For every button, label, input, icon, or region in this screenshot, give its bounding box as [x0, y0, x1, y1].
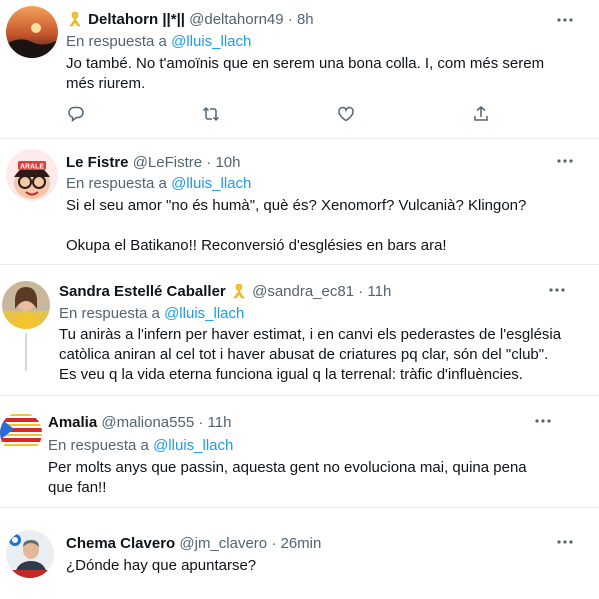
tweet-text: Jo també. No t'amoïnis que en serem una …	[66, 55, 545, 92]
mention-link[interactable]: @lluis_llach	[164, 305, 244, 322]
avatar[interactable]	[6, 6, 58, 58]
user-handle[interactable]: @sandra_ec81	[252, 283, 354, 300]
user-handle[interactable]: @deltahorn49	[189, 11, 283, 28]
separator-dot: ·	[287, 11, 293, 28]
reply-icon[interactable]	[66, 104, 86, 124]
more-options-icon[interactable]	[555, 532, 575, 552]
separator-dot: ·	[206, 154, 212, 171]
tweet-text-line: Okupa el Batikano!! Reconversió d'esglés…	[66, 237, 447, 254]
display-name[interactable]: Deltahorn ||*||	[66, 11, 189, 28]
yellow-ribbon-icon	[233, 283, 245, 299]
display-name[interactable]: Amalia	[48, 414, 97, 431]
display-name[interactable]: Chema Clavero	[66, 535, 175, 552]
avatar[interactable]	[0, 412, 42, 454]
timestamp[interactable]: 10h	[215, 154, 240, 171]
mention-link[interactable]: @lluis_llach	[171, 33, 251, 50]
user-handle[interactable]: @LeFistre	[133, 154, 202, 171]
share-icon[interactable]	[471, 104, 491, 124]
tweet-header: Amalia @maliona555 · 11h	[48, 413, 231, 433]
tweet[interactable]: Amalia @maliona555 · 11h En respuesta a …	[0, 396, 599, 507]
mention-link[interactable]: @lluis_llach	[153, 437, 233, 454]
tweet-header: Le Fistre @LeFistre · 10h	[66, 153, 241, 173]
timestamp[interactable]: 8h	[297, 11, 314, 28]
reply-prefix: En respuesta a	[66, 33, 167, 50]
reply-prefix: En respuesta a	[66, 175, 167, 192]
tweet[interactable]: Chema Clavero @jm_clavero · 26min ¿Dónde…	[0, 508, 599, 599]
separator-dot: ·	[358, 283, 364, 300]
tweet-header: Deltahorn ||*|| @deltahorn49 · 8h	[66, 10, 314, 30]
yellow-ribbon-icon	[69, 11, 81, 27]
reply-context: En respuesta a @lluis_llach	[66, 32, 251, 52]
separator-dot: ·	[271, 535, 277, 552]
reply-prefix: En respuesta a	[48, 437, 149, 454]
tweet-text: Si el seu amor "no és humà", què és? Xen…	[66, 196, 576, 256]
tweet[interactable]: Sandra Estellé Caballer @sandra_ec81 · 1…	[0, 265, 599, 395]
reply-prefix: En respuesta a	[59, 305, 160, 322]
like-icon[interactable]	[336, 104, 356, 124]
user-handle[interactable]: @jm_clavero	[179, 535, 267, 552]
tweet-text: Tu aniràs a l'infern per haver estimat, …	[59, 326, 562, 383]
display-name-text: Sandra Estellé Caballer	[59, 283, 226, 300]
reply-context: En respuesta a @lluis_llach	[59, 304, 244, 324]
display-name[interactable]: Le Fistre	[66, 154, 129, 171]
reply-context: En respuesta a @lluis_llach	[66, 174, 251, 194]
timestamp[interactable]: 11h	[208, 414, 232, 431]
tweet-text: ¿Dónde hay que apuntarse?	[66, 557, 257, 574]
tweet-header: Chema Clavero @jm_clavero · 26min	[66, 534, 321, 554]
mention-link[interactable]: @lluis_llach	[171, 175, 251, 192]
separator-dot: ·	[198, 414, 204, 431]
more-options-icon[interactable]	[555, 10, 575, 30]
tweet-actions	[66, 104, 506, 124]
avatar[interactable]	[6, 530, 54, 578]
tweet-text: Per molts anys que passin, aquesta gent …	[48, 459, 527, 496]
timestamp[interactable]: 11h	[367, 283, 391, 300]
tweet[interactable]: Deltahorn ||*|| @deltahorn49 · 8h En res…	[0, 0, 599, 138]
display-name[interactable]: Sandra Estellé Caballer	[59, 283, 252, 300]
display-name-text: Deltahorn ||*||	[88, 11, 185, 28]
avatar[interactable]	[2, 281, 50, 329]
more-options-icon[interactable]	[555, 151, 575, 171]
tweet-header: Sandra Estellé Caballer @sandra_ec81 · 1…	[59, 282, 391, 302]
reply-context: En respuesta a @lluis_llach	[48, 436, 233, 456]
more-options-icon[interactable]	[533, 411, 553, 431]
more-options-icon[interactable]	[547, 280, 567, 300]
avatar[interactable]: ARALE	[6, 149, 58, 201]
retweet-icon[interactable]	[201, 104, 221, 124]
thread-line	[25, 333, 27, 371]
timestamp[interactable]: 26min	[281, 535, 322, 552]
tweet[interactable]: ARALE Le Fistre @LeFistre · 10h En respu…	[0, 139, 599, 264]
tweet-text-line: Si el seu amor "no és humà", què és? Xen…	[66, 197, 527, 214]
user-handle[interactable]: @maliona555	[101, 414, 194, 431]
svg-text:ARALE: ARALE	[20, 164, 44, 171]
